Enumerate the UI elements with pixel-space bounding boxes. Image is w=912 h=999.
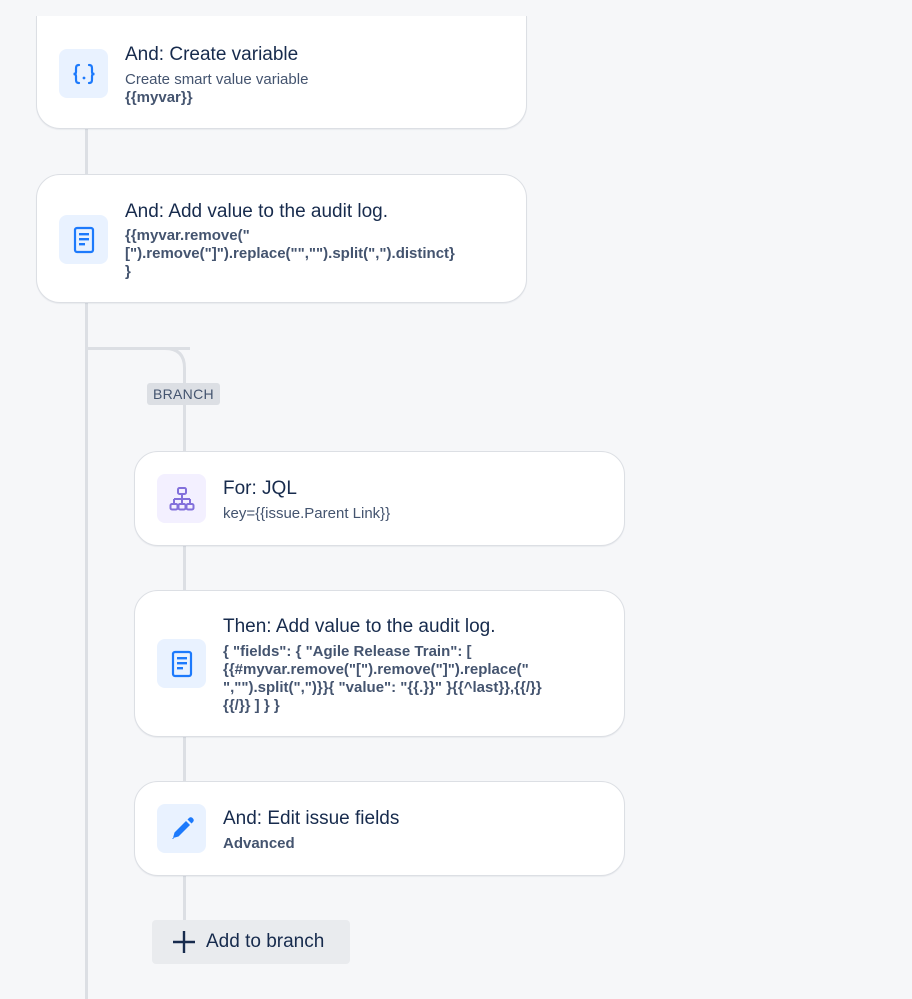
audit-log-code: {{myvar.remove(" [").remove("]").replace… [125, 227, 455, 280]
create-variable-name: {{myvar}} [125, 89, 193, 106]
document-icon [171, 650, 192, 677]
create-variable-icon-box [59, 49, 108, 98]
hierarchy-icon [169, 486, 194, 510]
edit-issue-mode: Advanced [223, 835, 295, 852]
edit-issue-icon-box [157, 804, 206, 853]
branch-label: BRANCH [147, 383, 220, 405]
audit-log-icon-box [59, 215, 108, 264]
for-jql-card[interactable]: For: JQL key={{issue.Parent Link}} [134, 451, 625, 546]
plus-icon [173, 931, 195, 953]
for-jql-query: key={{issue.Parent Link}} [223, 505, 391, 522]
for-jql-title: For: JQL [223, 478, 297, 499]
edit-issue-title: And: Edit issue fields [223, 808, 400, 829]
curly-braces-icon [72, 63, 95, 84]
branch-audit-log-code: { "fields": { "Agile Release Train": [ {… [223, 643, 542, 714]
branch-audit-log-icon-box [157, 639, 206, 688]
branch-audit-log-title: Then: Add value to the audit log. [223, 616, 496, 637]
audit-log-title: And: Add value to the audit log. [125, 201, 389, 222]
pencil-icon [171, 816, 194, 839]
create-variable-title: And: Create variable [125, 44, 299, 65]
document-icon [73, 226, 94, 253]
for-jql-icon-box [157, 474, 206, 523]
branch-audit-log-card[interactable]: Then: Add value to the audit log. { "fie… [134, 590, 625, 737]
add-to-branch-button[interactable]: Add to branch [152, 920, 350, 964]
create-variable-card[interactable]: And: Create variable Create smart value … [36, 16, 527, 129]
add-to-branch-label: Add to branch [206, 931, 325, 952]
audit-log-card[interactable]: And: Add value to the audit log. {{myvar… [36, 174, 527, 303]
edit-issue-fields-card[interactable]: And: Edit issue fields Advanced [134, 781, 625, 876]
create-variable-subtitle: Create smart value variable [125, 71, 309, 88]
